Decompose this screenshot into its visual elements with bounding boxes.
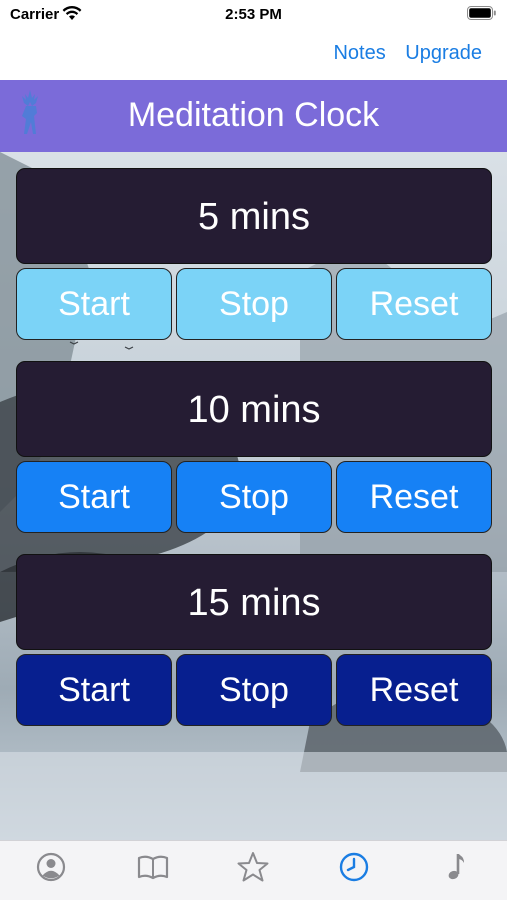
stop-button-15min[interactable]: Stop (176, 654, 332, 726)
reset-button-10min[interactable]: Reset (336, 461, 492, 533)
upgrade-link[interactable]: Upgrade (405, 42, 482, 64)
top-nav: Notes Upgrade (319, 42, 482, 65)
profile-icon[interactable] (33, 849, 69, 885)
timer-display-5min: 5 mins (16, 168, 492, 264)
stop-button-10min[interactable]: Stop (176, 461, 332, 533)
start-button-10min[interactable]: Start (16, 461, 172, 533)
start-button-15min[interactable]: Start (16, 654, 172, 726)
timer-display-15min: 15 mins (16, 554, 492, 650)
clock-icon[interactable] (336, 849, 372, 885)
star-icon[interactable] (235, 849, 271, 885)
app-header: Meditation Clock (0, 80, 507, 152)
page-title: Meditation Clock (127, 96, 380, 134)
timer-display-10min: 10 mins (16, 361, 492, 457)
stop-button-5min[interactable]: Stop (176, 268, 332, 340)
music-note-icon[interactable] (437, 849, 473, 885)
reset-button-15min[interactable]: Reset (336, 654, 492, 726)
status-bar: Carrier 2:53 PM (0, 0, 507, 30)
battery-icon (467, 6, 496, 20)
reset-button-5min[interactable]: Reset (336, 268, 492, 340)
tab-bar (0, 840, 507, 900)
notes-link[interactable]: Notes (333, 42, 385, 64)
start-button-5min[interactable]: Start (16, 268, 172, 340)
book-icon[interactable] (135, 849, 171, 885)
status-time: 2:53 PM (225, 6, 282, 23)
